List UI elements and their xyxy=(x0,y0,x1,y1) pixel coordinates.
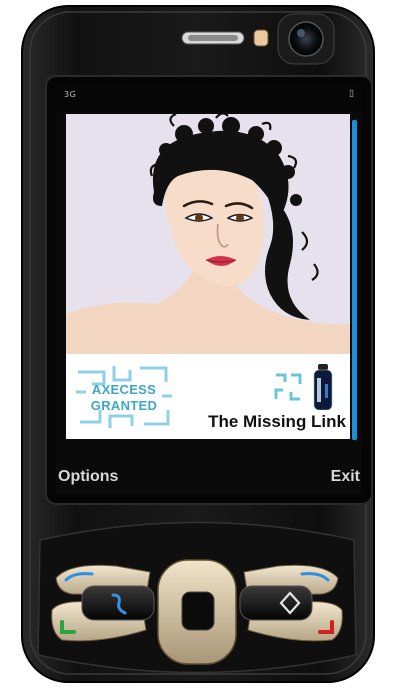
phone-device: 3G ▯ AXECESS GRANTED The Missing Link Op… xyxy=(0,0,394,687)
softkey-bar: Options Exit xyxy=(56,468,362,492)
battery-icon: ▯ xyxy=(349,89,354,99)
network-indicator: 3G xyxy=(64,90,77,99)
options-softkey[interactable]: Options xyxy=(58,468,118,486)
status-bar: 3G ▯ xyxy=(56,84,362,112)
scrollbar[interactable] xyxy=(352,120,357,440)
axe-maze-icon xyxy=(274,373,302,401)
axcess-granted-logo: AXECESS GRANTED xyxy=(84,382,164,414)
scrollbar-thumb[interactable] xyxy=(352,120,357,440)
camera-lens-icon xyxy=(288,21,324,57)
phone-screen: 3G ▯ AXECESS GRANTED The Missing Link Op… xyxy=(56,84,362,494)
ad-tagline: The Missing Link xyxy=(208,412,346,431)
ad-banner: AXECESS GRANTED The Missing Link xyxy=(66,354,350,439)
deodorant-can-icon xyxy=(313,364,333,410)
multimedia-key[interactable] xyxy=(239,585,313,621)
wallpaper-content: AXECESS GRANTED The Missing Link xyxy=(66,114,350,439)
brand-line-1: AXECESS xyxy=(91,382,157,397)
center-select-key[interactable] xyxy=(181,591,215,631)
portrait-illustration xyxy=(66,114,350,354)
light-sensor xyxy=(253,29,269,47)
brand-line-2: GRANTED xyxy=(90,398,158,413)
exit-softkey[interactable]: Exit xyxy=(331,468,360,486)
